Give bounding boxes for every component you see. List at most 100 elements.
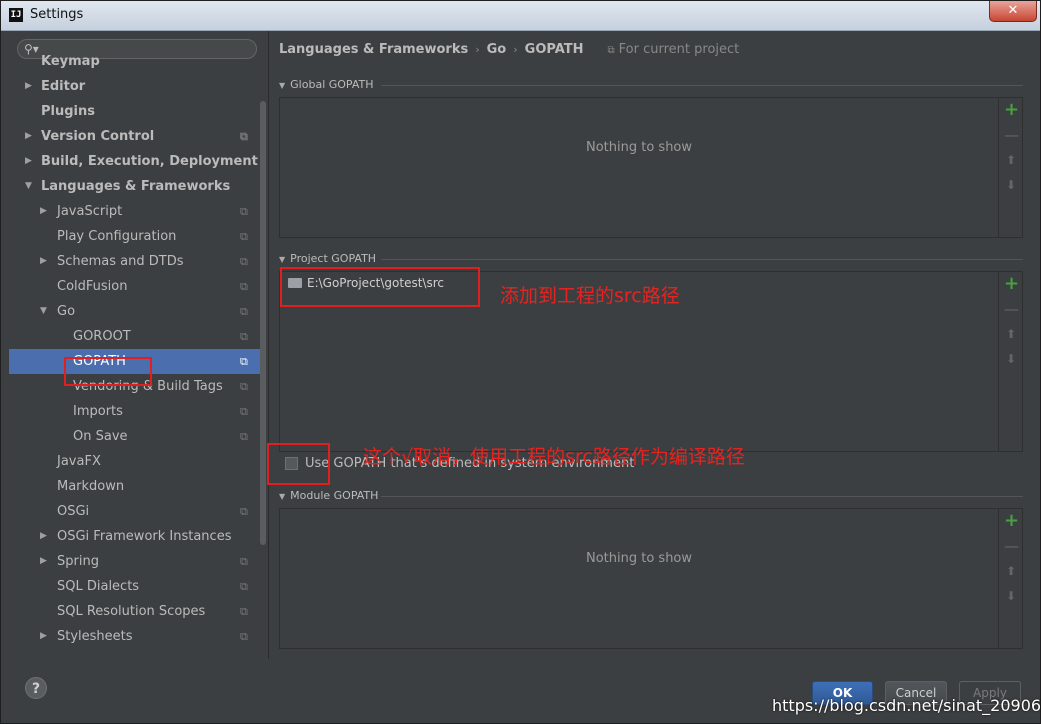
move-down-icon[interactable]: ⬇ [1004,177,1018,193]
sidebar-item-version-control[interactable]: ▶ Version Control ⧉ [9,124,260,149]
sidebar-item-go[interactable]: ▼ Go ⧉ [9,299,260,324]
sidebar-item-osgi[interactable]: OSGi ⧉ [9,499,260,524]
global-gopath-header[interactable]: ▼ Global GOPATH [279,78,374,91]
sidebar-item-label: ColdFusion [57,279,128,294]
sidebar-item-label: OSGi Framework Instances [57,529,232,544]
sidebar-item-label: Schemas and DTDs [57,254,184,269]
collapsed-arrow-icon[interactable]: ▶ [40,624,47,649]
module-gopath-list[interactable]: Nothing to show [280,509,999,648]
project-scope-icon: ⧉ [240,355,248,368]
project-scope-icon: ⧉ [240,605,248,618]
annotation-checkbox-note: 这个√取消，使用工程的src路径作为编译路径 [363,446,745,468]
expanded-arrow-icon[interactable]: ▼ [40,299,47,324]
move-down-icon[interactable]: ⬇ [1004,588,1018,604]
collapsed-arrow-icon[interactable]: ▶ [40,524,47,549]
move-up-icon[interactable]: ⬆ [1004,326,1018,342]
collapse-arrow-icon: ▼ [279,81,286,90]
move-down-icon[interactable]: ⬇ [1004,351,1018,367]
sidebar-item-label: JavaScript [57,204,123,219]
settings-window: IJ Settings ✕ ⚲▾ Keymap ▶ Editor Plugins ▶ Ve… [0,0,1041,724]
collapsed-arrow-icon[interactable]: ▶ [25,124,32,149]
project-scope-icon: ⧉ [240,405,248,418]
sidebar-item-label: Play Configuration [57,229,177,244]
sidebar-item-spring[interactable]: ▶ Spring ⧉ [9,549,260,574]
collapse-arrow-icon: ▼ [279,492,286,501]
sidebar-item-javafx[interactable]: JavaFX [9,449,260,474]
project-gopath-header[interactable]: ▼ Project GOPATH [279,252,376,265]
sidebar-item-stylesheets[interactable]: ▶ Stylesheets ⧉ [9,624,260,649]
collapsed-arrow-icon[interactable]: ▶ [40,549,47,574]
breadcrumb-gopath: GOPATH [524,42,584,57]
project-scope-note: For current project [618,42,740,57]
sidebar-item-label: Go [57,304,76,319]
sidebar-item-goroot[interactable]: GOROOT ⧉ [9,324,260,349]
project-scope-icon: ⧉ [240,580,248,593]
sidebar-item-label: Languages & Frameworks [41,179,231,194]
sidebar-item-on-save[interactable]: On Save ⧉ [9,424,260,449]
breadcrumb: Languages & Frameworks › Go › GOPATH ⧉ For cur… [279,42,739,57]
module-gopath-panel: Nothing to show + — ⬆ ⬇ [279,508,1023,649]
sidebar-item-coldfusion[interactable]: ColdFusion ⧉ [9,274,260,299]
section-divider [381,259,1023,260]
global-gopath-empty-text: Nothing to show [585,140,693,155]
project-scope-icon: ⧉ [240,205,248,218]
sidebar-item-keymap[interactable]: Keymap [9,49,260,74]
project-scope-icon: ⧉ [240,130,248,143]
sidebar-item-label: Editor [41,79,86,94]
remove-icon[interactable]: — [1004,127,1019,143]
section-divider [381,496,1023,497]
sidebar-item-label: Keymap [41,54,100,69]
splitter[interactable] [268,31,269,659]
module-gopath-empty-text: Nothing to show [585,551,693,566]
project-scope-icon: ⧉ [240,330,248,343]
module-gopath-label: Module GOPATH [290,489,379,502]
remove-icon[interactable]: — [1004,301,1019,317]
move-up-icon[interactable]: ⬆ [1004,563,1018,579]
collapsed-arrow-icon[interactable]: ▶ [40,249,47,274]
sidebar-item-label: JavaFX [57,454,101,469]
expanded-arrow-icon[interactable]: ▼ [25,174,32,199]
annotation-box-path [280,267,480,307]
move-up-icon[interactable]: ⬆ [1004,152,1018,168]
sidebar-item-languages-frameworks[interactable]: ▼ Languages & Frameworks [9,174,260,199]
sidebar-item-osgi-framework-instances[interactable]: ▶ OSGi Framework Instances [9,524,260,549]
sidebar-item-sql-resolution-scopes[interactable]: SQL Resolution Scopes ⧉ [9,599,260,624]
annotation-box-gopath [64,357,152,386]
remove-icon[interactable]: — [1004,538,1019,554]
sidebar-scrollbar[interactable] [260,101,266,545]
project-scope-icon: ⧉ [240,255,248,268]
add-icon[interactable]: + [1004,101,1019,119]
breadcrumb-separator: › [513,43,518,56]
breadcrumb-go: Go [486,42,507,57]
sidebar-item-label: On Save [73,429,128,444]
watermark: https://blog.csdn.net/sinat_20906149 [772,696,1041,715]
settings-sidebar: ⚲▾ Keymap ▶ Editor Plugins ▶ Version Control ⧉… [9,31,268,659]
close-button[interactable]: ✕ [989,1,1037,22]
global-gopath-label: Global GOPATH [290,78,374,91]
window-title: Settings [30,7,84,22]
sidebar-item-schemas-and-dtds[interactable]: ▶ Schemas and DTDs ⧉ [9,249,260,274]
sidebar-item-build-execution-deployment[interactable]: ▶ Build, Execution, Deployment [9,149,260,174]
module-gopath-header[interactable]: ▼ Module GOPATH [279,489,378,502]
sidebar-item-label: Imports [73,404,123,419]
help-button[interactable]: ? [25,677,47,699]
sidebar-item-editor[interactable]: ▶ Editor [9,74,260,99]
project-scope-icon: ⧉ [240,380,248,393]
add-icon[interactable]: + [1004,512,1019,530]
collapsed-arrow-icon[interactable]: ▶ [25,149,32,174]
sidebar-item-plugins[interactable]: Plugins [9,99,260,124]
project-scope-icon: ⧉ [240,505,248,518]
project-scope-icon: ⧉ [607,45,615,56]
sidebar-item-play-configuration[interactable]: Play Configuration ⧉ [9,224,260,249]
sidebar-item-imports[interactable]: Imports ⧉ [9,399,260,424]
collapsed-arrow-icon[interactable]: ▶ [25,74,32,99]
sidebar-item-javascript[interactable]: ▶ JavaScript ⧉ [9,199,260,224]
collapsed-arrow-icon[interactable]: ▶ [40,199,47,224]
title-bar: IJ Settings [1,1,1040,31]
sidebar-item-sql-dialects[interactable]: SQL Dialects ⧉ [9,574,260,599]
global-gopath-list[interactable]: Nothing to show [280,98,999,237]
sidebar-item-label: Version Control [41,129,155,144]
sidebar-item-markdown[interactable]: Markdown [9,474,260,499]
add-icon[interactable]: + [1004,275,1019,293]
project-gopath-label: Project GOPATH [290,252,377,265]
